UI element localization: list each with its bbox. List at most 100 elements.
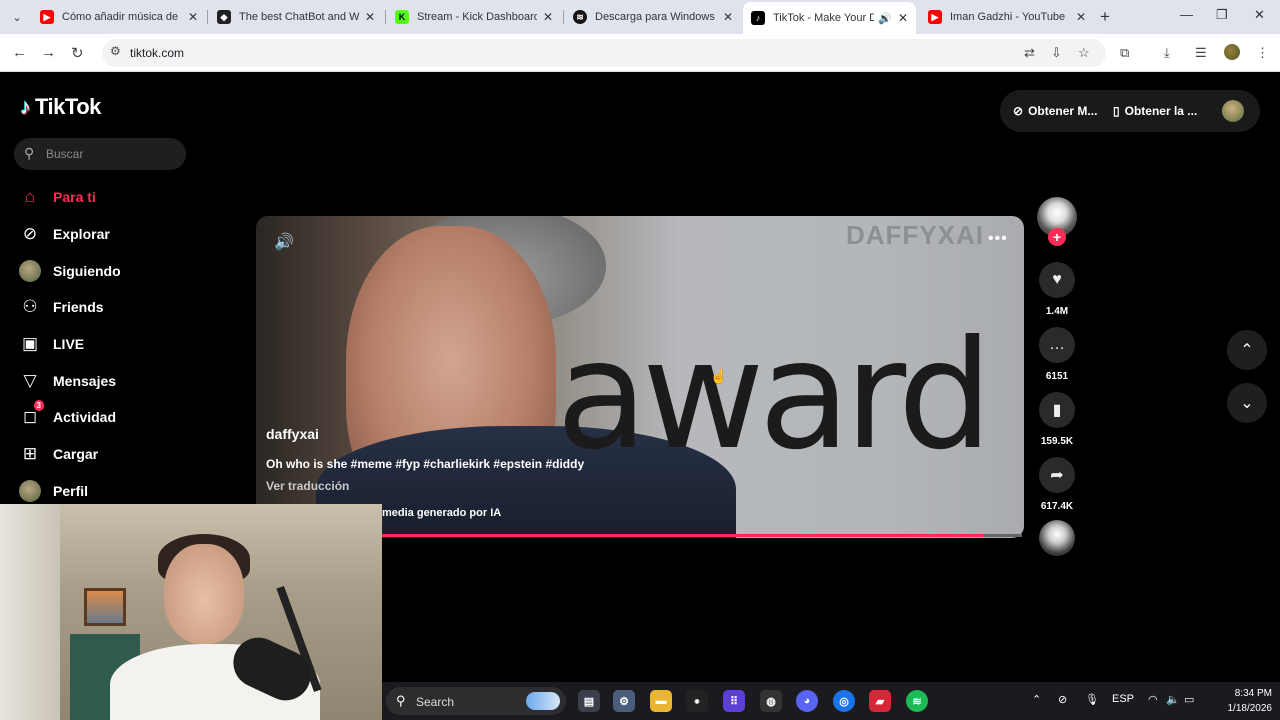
follow-plus-icon[interactable]: +	[1048, 228, 1066, 246]
save-button[interactable]: ▮	[1039, 392, 1075, 428]
address-bar[interactable]: ⚙ tiktok.com	[102, 39, 1106, 67]
close-window-icon[interactable]: ✕	[1254, 7, 1265, 23]
next-video-button[interactable]: ⌄	[1227, 383, 1267, 423]
get-app-button[interactable]: ▯ Obtener la ...	[1113, 104, 1197, 118]
network-off-icon[interactable]: ⊘	[1058, 693, 1067, 706]
settings-icon[interactable]: ⚙	[613, 690, 635, 712]
video-author[interactable]: daffyxai	[266, 426, 319, 442]
install-app-icon[interactable]: ⇩	[1051, 45, 1062, 61]
sidebar-item-label: Explorar	[53, 226, 110, 242]
youtube-icon: ▶	[40, 10, 54, 24]
following-avatar-icon	[18, 259, 42, 283]
close-tab-icon[interactable]: ✕	[363, 10, 377, 24]
search-highlight-image	[526, 692, 560, 710]
restore-icon[interactable]: ❐	[1216, 7, 1228, 23]
like-button[interactable]: ♥	[1039, 262, 1075, 298]
chrome-menu-icon[interactable]: ⋮	[1256, 45, 1269, 61]
browser-tab-active[interactable]: ♪ TikTok - Make Your Da 🔊 ✕	[743, 2, 916, 34]
browser-tab[interactable]: ≋ Descarga para Windows - ✕	[565, 4, 741, 30]
url-text[interactable]: tiktok.com	[130, 46, 184, 60]
windows-taskbar: ⚲ Search ▤ ⚙ ▬ ◉ ⠿ ◍ ◕ ◎ ▰ ≋ ⌃ ⊘ 🎙 ESP ◠…	[382, 682, 1280, 720]
user-avatar[interactable]	[1222, 100, 1244, 122]
close-tab-icon[interactable]: ✕	[541, 10, 555, 24]
microphone-icon[interactable]: 🎙	[1085, 693, 1099, 706]
sidebar-item-live[interactable]: ▣ LIVE	[18, 331, 84, 357]
wifi-icon[interactable]: ◠	[1148, 693, 1158, 706]
discord-icon[interactable]: ◕	[796, 690, 818, 712]
volume-icon[interactable]: 🔊	[274, 232, 294, 252]
site-info-icon[interactable]: ⚙	[110, 44, 121, 58]
show-hidden-icons-icon[interactable]: ⌃	[1032, 693, 1041, 706]
new-tab-icon[interactable]: +	[1100, 7, 1110, 27]
share-count: 617.4K	[1040, 501, 1074, 512]
chatbot-icon: ◆	[217, 10, 231, 24]
video-player[interactable]: award DAFFYXAI 🔊 ••• daffyxai Oh who is …	[256, 216, 1024, 538]
input-language[interactable]: ESP	[1112, 693, 1134, 705]
clock-time: 8:34 PM	[1234, 688, 1272, 699]
close-tab-icon[interactable]: ✕	[896, 11, 910, 25]
bookmark-star-icon[interactable]: ☆	[1078, 45, 1090, 61]
logo-text: TikTok	[35, 94, 101, 119]
audio-playing-icon[interactable]: 🔊	[878, 12, 892, 25]
browser-tab[interactable]: ◆ The best ChatBot and Wid ✕	[209, 4, 383, 30]
back-icon[interactable]: ←	[12, 44, 27, 61]
chrome-icon[interactable]: ◎	[833, 690, 855, 712]
sidebar-item-actividad[interactable]: ◻ 3 Actividad	[18, 400, 116, 430]
taskbar-search[interactable]: ⚲ Search	[386, 687, 566, 715]
save-count: 159.5K	[1040, 436, 1074, 447]
share-button[interactable]: ➦	[1039, 457, 1075, 493]
see-translation-link[interactable]: Ver traducción	[266, 479, 349, 493]
sidebar-item-siguiendo[interactable]: Siguiendo	[18, 258, 121, 284]
browser-tab[interactable]: ▶ Cómo añadir música de Sp ✕	[32, 4, 206, 30]
tiktok-logo[interactable]: ♪ TikTok	[20, 94, 101, 120]
sidebar-item-para-ti[interactable]: ⌂ Para ti	[18, 184, 96, 210]
sidebar-item-perfil[interactable]: Perfil	[18, 478, 88, 504]
forward-icon[interactable]: →	[41, 44, 56, 61]
task-view-icon[interactable]: ▤	[578, 690, 600, 712]
previous-video-button[interactable]: ⌃	[1227, 330, 1267, 370]
video-progress-fill	[382, 534, 984, 537]
browser-tab-strip: ⌄ ▶ Cómo añadir música de Sp ✕ ◆ The bes…	[0, 0, 1280, 34]
apps-grid-icon[interactable]: ⠿	[723, 690, 745, 712]
compass-icon: ⊘	[22, 224, 38, 243]
browser-profile-avatar[interactable]	[1224, 44, 1240, 60]
tab-search-chevron-icon[interactable]: ⌄	[6, 6, 28, 28]
close-tab-icon[interactable]: ✕	[1074, 10, 1088, 24]
extensions-icon[interactable]: ⧉	[1120, 45, 1129, 61]
file-explorer-icon[interactable]: ▬	[650, 690, 672, 712]
minimize-icon[interactable]: —	[1180, 7, 1193, 22]
tab-divider	[385, 10, 386, 24]
home-icon: ⌂	[24, 187, 36, 206]
spotify-icon[interactable]: ≋	[906, 690, 928, 712]
sidebar-item-mensajes[interactable]: ▽ Mensajes	[18, 368, 116, 394]
tiktok-icon: ♪	[751, 11, 765, 25]
sound-disc[interactable]	[1039, 520, 1075, 556]
sidebar-item-cargar[interactable]: ⊞ Cargar	[18, 441, 98, 467]
close-tab-icon[interactable]: ✕	[186, 10, 200, 24]
sidebar-item-label: Siguiendo	[53, 263, 121, 279]
share-arrow-icon: ➦	[1050, 467, 1064, 484]
obs-icon[interactable]: ◍	[760, 690, 782, 712]
reading-list-icon[interactable]: ☰	[1195, 45, 1207, 61]
comment-button[interactable]: …	[1039, 327, 1075, 363]
browser-tab[interactable]: ▶ Iman Gadzhi - YouTube ✕	[920, 4, 1094, 30]
streaming-app-icon[interactable]: ▰	[869, 690, 891, 712]
battery-icon[interactable]: ▭	[1184, 693, 1194, 706]
get-coins-button[interactable]: ⊘ Obtener M...	[1013, 104, 1097, 118]
translate-icon[interactable]: ⇄	[1024, 45, 1035, 61]
reload-icon[interactable]: ↻	[71, 44, 84, 62]
sidebar-item-explorar[interactable]: ⊘ Explorar	[18, 221, 110, 247]
system-clock[interactable]: 8:34 PM 1/18/2026	[1218, 686, 1273, 716]
search-input[interactable]: ⚲ Buscar	[14, 138, 186, 170]
tab-title: Cómo añadir música de Sp	[62, 11, 182, 23]
tab-title: Descarga para Windows -	[595, 11, 717, 23]
volume-icon[interactable]: 🔈	[1166, 693, 1180, 706]
media-app-icon[interactable]: ◉	[686, 690, 708, 712]
like-count: 1.4M	[1045, 306, 1069, 317]
sidebar-item-friends[interactable]: ⚇ Friends	[18, 294, 103, 320]
downloads-icon[interactable]: ⤓	[1164, 45, 1170, 61]
video-progress-bar[interactable]	[382, 534, 1022, 537]
browser-tab[interactable]: K Stream - Kick Dashboard ✕	[387, 4, 561, 30]
close-tab-icon[interactable]: ✕	[721, 10, 735, 24]
more-options-icon[interactable]: •••	[988, 230, 1008, 248]
